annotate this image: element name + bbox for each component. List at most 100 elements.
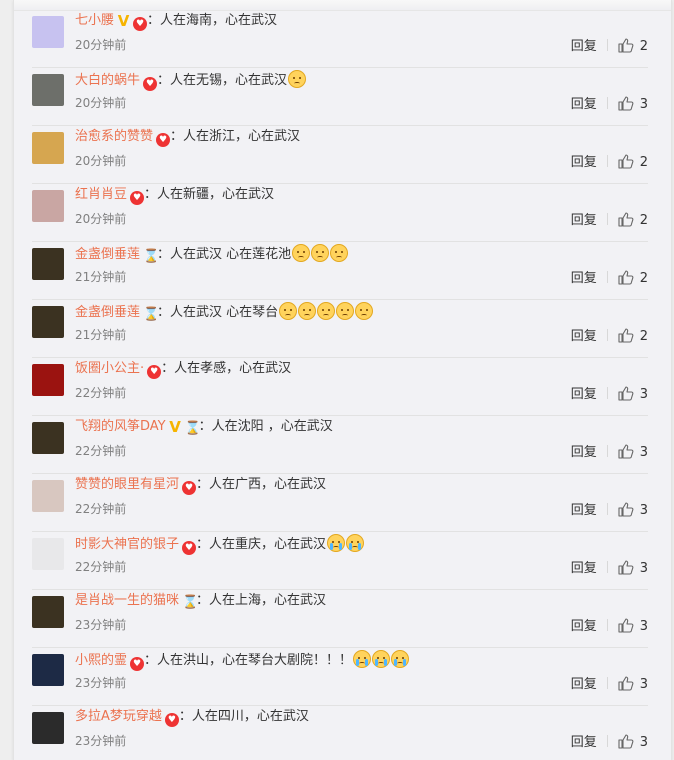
reply-button[interactable]: 回复 bbox=[571, 97, 597, 112]
avatar[interactable] bbox=[32, 248, 64, 280]
divider bbox=[606, 735, 608, 747]
comment-line: 金盏倒垂莲 ⌛：人在武汉 心在琴台 bbox=[75, 302, 374, 322]
username-link[interactable]: 时影大神官的银子 bbox=[75, 537, 179, 552]
hourglass-badge-icon[interactable]: ⌛ bbox=[143, 308, 159, 322]
comment-item: 红肖肖豆 ♥ ：人在新疆，心在武汉 20分钟前 回复 2 bbox=[32, 184, 648, 242]
fan-heart-badge-icon[interactable]: ♥ bbox=[130, 191, 145, 205]
comment-text: ：人在四川，心在武汉 bbox=[178, 709, 309, 724]
reply-button[interactable]: 回复 bbox=[571, 387, 597, 402]
comment-text: ：人在武汉 心在莲花池 bbox=[157, 247, 292, 262]
thumbs-up-icon bbox=[618, 96, 634, 115]
comment-timestamp: 20分钟前 bbox=[75, 212, 127, 226]
avatar[interactable] bbox=[32, 538, 64, 570]
verified-v-icon[interactable]: V bbox=[117, 14, 130, 29]
comment-timestamp: 20分钟前 bbox=[75, 96, 127, 110]
sad-emoji-icon bbox=[288, 70, 307, 88]
like-button[interactable]: 3 bbox=[618, 734, 648, 750]
like-count: 3 bbox=[639, 503, 648, 518]
comment-timestamp: 22分钟前 bbox=[75, 502, 127, 516]
fan-heart-badge-icon[interactable]: ♥ bbox=[147, 365, 162, 379]
reply-button[interactable]: 回复 bbox=[571, 445, 597, 460]
username-link[interactable]: 七小腰 bbox=[75, 13, 114, 28]
comment-text: ：人在上海，心在武汉 bbox=[196, 593, 327, 608]
fan-heart-badge-icon[interactable]: ♥ bbox=[182, 541, 197, 555]
avatar[interactable] bbox=[32, 654, 64, 686]
comment-item: 金盏倒垂莲 ⌛：人在武汉 心在莲花池 21分钟前 回复 2 bbox=[32, 242, 648, 300]
like-button[interactable]: 3 bbox=[618, 444, 648, 460]
like-button[interactable]: 3 bbox=[618, 386, 648, 402]
like-button[interactable]: 3 bbox=[618, 676, 648, 695]
comment-actions: 回复 2 bbox=[571, 35, 648, 57]
avatar[interactable] bbox=[32, 16, 64, 48]
divider bbox=[606, 155, 608, 167]
fan-heart-badge-icon[interactable]: ♥ bbox=[164, 713, 179, 727]
username-link[interactable]: 饭圈小公主· bbox=[75, 361, 144, 376]
avatar[interactable] bbox=[32, 364, 64, 396]
username-link[interactable]: 赞赞的眼里有星河 bbox=[75, 477, 179, 492]
fan-heart-badge-icon[interactable]: ♥ bbox=[156, 133, 171, 147]
avatar[interactable] bbox=[32, 596, 64, 628]
sad-emoji-icon bbox=[298, 302, 317, 320]
reply-button[interactable]: 回复 bbox=[571, 271, 597, 286]
thumbs-up-icon bbox=[618, 212, 634, 231]
reply-button[interactable]: 回复 bbox=[571, 155, 597, 170]
comment-actions: 回复 2 bbox=[571, 209, 648, 231]
avatar[interactable] bbox=[32, 74, 64, 106]
comment-line: 多拉A梦玩穿越 ♥ ：人在四川，心在武汉 bbox=[75, 708, 309, 727]
comment-item: 饭圈小公主· ♥ ：人在孝感，心在武汉 22分钟前 回复 3 bbox=[32, 358, 648, 416]
username-link[interactable]: 治愈系的赞赞 bbox=[75, 129, 153, 144]
hourglass-badge-icon[interactable]: ⌛ bbox=[185, 422, 201, 436]
username-link[interactable]: 金盏倒垂莲 bbox=[75, 305, 140, 320]
reply-button[interactable]: 回复 bbox=[571, 39, 597, 54]
comment-actions: 回复 2 bbox=[571, 325, 648, 347]
fan-heart-badge-icon[interactable]: ♥ bbox=[182, 481, 197, 495]
reply-button[interactable]: 回复 bbox=[571, 213, 597, 228]
hourglass-badge-icon[interactable]: ⌛ bbox=[143, 250, 159, 264]
thumbs-up-icon bbox=[618, 676, 634, 695]
like-button[interactable]: 2 bbox=[618, 270, 648, 286]
like-button[interactable]: 3 bbox=[618, 96, 648, 115]
comment-timestamp: 23分钟前 bbox=[75, 618, 127, 632]
comment-item: 多拉A梦玩穿越 ♥ ：人在四川，心在武汉 23分钟前 回复 3 bbox=[32, 706, 648, 760]
like-count: 3 bbox=[639, 561, 648, 576]
reply-button[interactable]: 回复 bbox=[571, 561, 597, 576]
comment-item: 飞翔的风筝DAY V ⌛：人在沈阳 ，心在武汉 22分钟前 回复 3 bbox=[32, 416, 648, 474]
avatar[interactable] bbox=[32, 132, 64, 164]
like-button[interactable]: 2 bbox=[618, 38, 648, 54]
like-button[interactable]: 2 bbox=[618, 212, 648, 231]
reply-button[interactable]: 回复 bbox=[571, 329, 597, 344]
reply-button[interactable]: 回复 bbox=[571, 503, 597, 518]
avatar[interactable] bbox=[32, 712, 64, 744]
comment-actions: 回复 3 bbox=[571, 731, 648, 753]
thumbs-up-icon bbox=[618, 560, 634, 579]
avatar[interactable] bbox=[32, 306, 64, 338]
username-link[interactable]: 金盏倒垂莲 bbox=[75, 247, 140, 262]
avatar[interactable] bbox=[32, 422, 64, 454]
fan-heart-badge-icon[interactable]: ♥ bbox=[143, 77, 158, 91]
fan-heart-badge-icon[interactable]: ♥ bbox=[133, 17, 148, 31]
verified-v-icon[interactable]: V bbox=[169, 420, 182, 435]
like-button[interactable]: 3 bbox=[618, 502, 648, 518]
username-link[interactable]: 红肖肖豆 bbox=[75, 187, 127, 202]
fan-heart-badge-icon[interactable]: ♥ bbox=[130, 657, 145, 671]
avatar[interactable] bbox=[32, 190, 64, 222]
comment-timestamp: 21分钟前 bbox=[75, 328, 127, 342]
like-button[interactable]: 2 bbox=[618, 154, 648, 170]
like-count: 2 bbox=[639, 155, 648, 170]
username-link[interactable]: 飞翔的风筝DAY bbox=[75, 419, 166, 434]
username-link[interactable]: 大白的蜗牛 bbox=[75, 73, 140, 88]
like-button[interactable]: 2 bbox=[618, 328, 648, 344]
hourglass-badge-icon[interactable]: ⌛ bbox=[182, 596, 198, 610]
reply-button[interactable]: 回复 bbox=[571, 677, 597, 692]
reply-button[interactable]: 回复 bbox=[571, 619, 597, 634]
like-button[interactable]: 3 bbox=[618, 560, 648, 579]
comment-actions: 回复 3 bbox=[571, 673, 648, 695]
username-link[interactable]: 是肖战一生的猫咪 bbox=[75, 593, 179, 608]
comment-item: 时影大神官的银子 ♥ ：人在重庆，心在武汉 22分钟前 回复 3 bbox=[32, 532, 648, 590]
divider bbox=[606, 329, 608, 341]
username-link[interactable]: 小熙的霊 bbox=[75, 653, 127, 668]
username-link[interactable]: 多拉A梦玩穿越 bbox=[75, 709, 162, 724]
reply-button[interactable]: 回复 bbox=[571, 735, 597, 750]
like-button[interactable]: 3 bbox=[618, 618, 648, 634]
avatar[interactable] bbox=[32, 480, 64, 512]
